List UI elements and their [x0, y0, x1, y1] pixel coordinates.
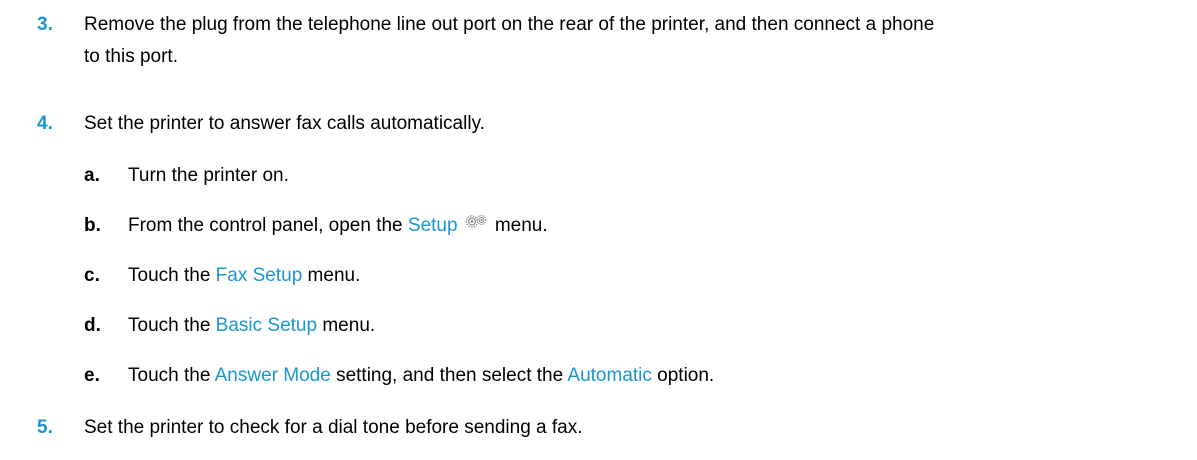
step-4: 4. Set the printer to answer fax calls a…: [0, 110, 1197, 138]
substep-e: e. Touch the Answer Mode setting, and th…: [0, 362, 1197, 390]
substep-d: d. Touch the Basic Setup menu.: [0, 312, 1197, 340]
substep-text-mid: setting, and then select the: [330, 365, 568, 386]
substep-letter: e.: [84, 365, 100, 386]
step-text-line-1: Remove the plug from the telephone line …: [84, 14, 935, 35]
step-3: 3. Remove the plug from the telephone li…: [0, 11, 1197, 67]
step-number: 5.: [37, 417, 53, 438]
step-number: 4.: [37, 113, 53, 134]
substep-text-pre: Touch the: [128, 365, 215, 386]
answer-mode-setting-link[interactable]: Answer Mode: [215, 365, 331, 386]
substep-letter: a.: [84, 165, 100, 186]
substep-letter: d.: [84, 315, 101, 336]
substep-text-post: option.: [651, 365, 715, 386]
step-5: 5. Set the printer to check for a dial t…: [0, 414, 1197, 442]
substep-line: Touch the Basic Setup menu.: [128, 312, 375, 340]
substep-line: Touch the Fax Setup menu.: [128, 262, 360, 290]
substep-text-pre: Touch the: [128, 315, 216, 336]
step-text: Set the printer to answer fax calls auto…: [84, 113, 485, 134]
substep-text-post: menu.: [317, 315, 376, 336]
substep-a: a. Turn the printer on.: [0, 162, 1197, 190]
step-text-line-2: to this port.: [84, 46, 178, 67]
substep-letter: b.: [84, 215, 101, 236]
automatic-option-link[interactable]: Automatic: [567, 365, 651, 386]
substep-text: Turn the printer on.: [128, 165, 289, 186]
document-page: 3. Remove the plug from the telephone li…: [0, 0, 1197, 460]
substep-b: b. From the control panel, open the Setu…: [0, 212, 1197, 240]
substep-text-post: menu.: [489, 215, 548, 237]
fax-setup-menu-link[interactable]: Fax Setup: [216, 265, 303, 286]
substep-line: Touch the Answer Mode setting, and then …: [128, 362, 714, 390]
gear-icon: [464, 210, 488, 238]
substep-text-pre: Touch the: [128, 265, 216, 286]
setup-menu-link[interactable]: Setup: [408, 215, 458, 236]
step-number: 3.: [37, 14, 53, 35]
substep-text-post: menu.: [302, 265, 361, 286]
substep-c: c. Touch the Fax Setup menu.: [0, 262, 1197, 290]
substep-text-pre: From the control panel, open the: [128, 215, 408, 237]
basic-setup-menu-link[interactable]: Basic Setup: [216, 315, 317, 336]
substep-letter: c.: [84, 265, 100, 286]
step-text: Set the printer to check for a dial tone…: [84, 417, 583, 438]
substep-line: From the control panel, open the Setup m…: [128, 212, 548, 240]
